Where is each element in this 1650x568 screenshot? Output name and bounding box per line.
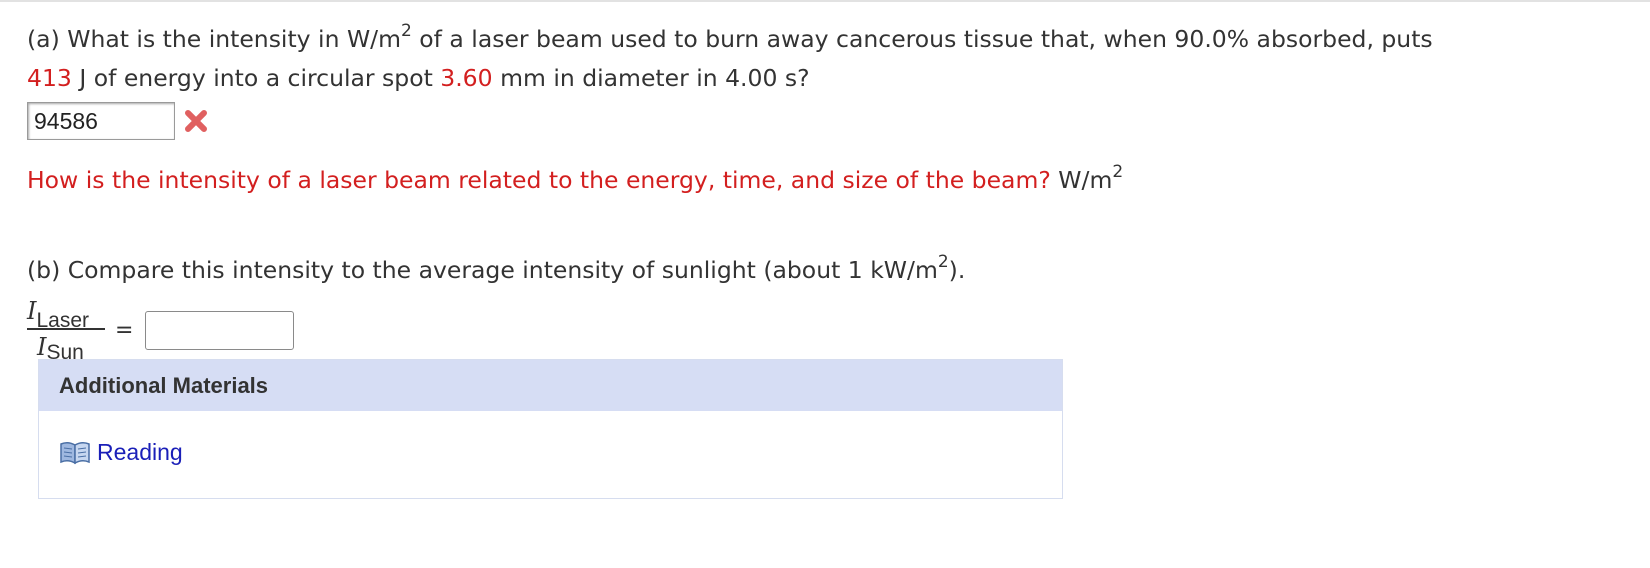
numerator-subscript: Laser (36, 309, 90, 332)
question-container: (a) What is the intensity in W/m2 of a l… (27, 20, 1627, 368)
part-b-sup-1: 2 (937, 252, 949, 273)
incorrect-x-icon (183, 108, 209, 134)
additional-materials-header: Additional Materials (39, 360, 1062, 411)
ratio-row: I Laser I Sun = (27, 292, 1627, 368)
equals-sign: = (115, 317, 134, 343)
part-a-text-2: of a laser beam used to burn away cancer… (411, 25, 1433, 53)
numerator-variable: I (27, 297, 37, 325)
part-b-text-1: (b) Compare this intensity to the averag… (27, 256, 938, 284)
unit-sup: 2 (1112, 162, 1124, 183)
reading-link[interactable]: Reading (97, 439, 183, 466)
materials-body: Reading (39, 411, 1062, 466)
part-a-question: (a) What is the intensity in W/m2 of a l… (27, 20, 1627, 98)
part-a-text-4: mm in diameter in 4.00 s? (492, 64, 810, 92)
unit-label: W/m (1050, 166, 1113, 194)
denominator-variable: I (37, 333, 47, 361)
part-a-sup-1: 2 (401, 21, 412, 42)
part-a-answer-input[interactable]: 94586 (27, 102, 175, 140)
energy-value: 413 (27, 64, 72, 92)
additional-materials-panel: Additional Materials Reading (38, 359, 1063, 499)
part-a-answer-row: 94586 (27, 100, 1627, 142)
top-divider (0, 0, 1650, 2)
book-icon (59, 440, 91, 466)
part-b-answer-input[interactable] (145, 310, 295, 350)
diameter-value: 3.60 (440, 64, 493, 92)
hint-text: How is the intensity of a laser beam rel… (27, 166, 1051, 194)
part-b-question: (b) Compare this intensity to the averag… (27, 254, 1627, 286)
hint-row: How is the intensity of a laser beam rel… (27, 164, 1627, 196)
ratio-fraction: I Laser I Sun (27, 291, 105, 369)
fraction-numerator: I Laser (27, 291, 89, 332)
part-a-text-1: (a) What is the intensity in W/m (27, 25, 401, 53)
part-b-text-2: ). (948, 256, 966, 284)
part-a-text-3: J of energy into a circular spot (71, 64, 441, 92)
